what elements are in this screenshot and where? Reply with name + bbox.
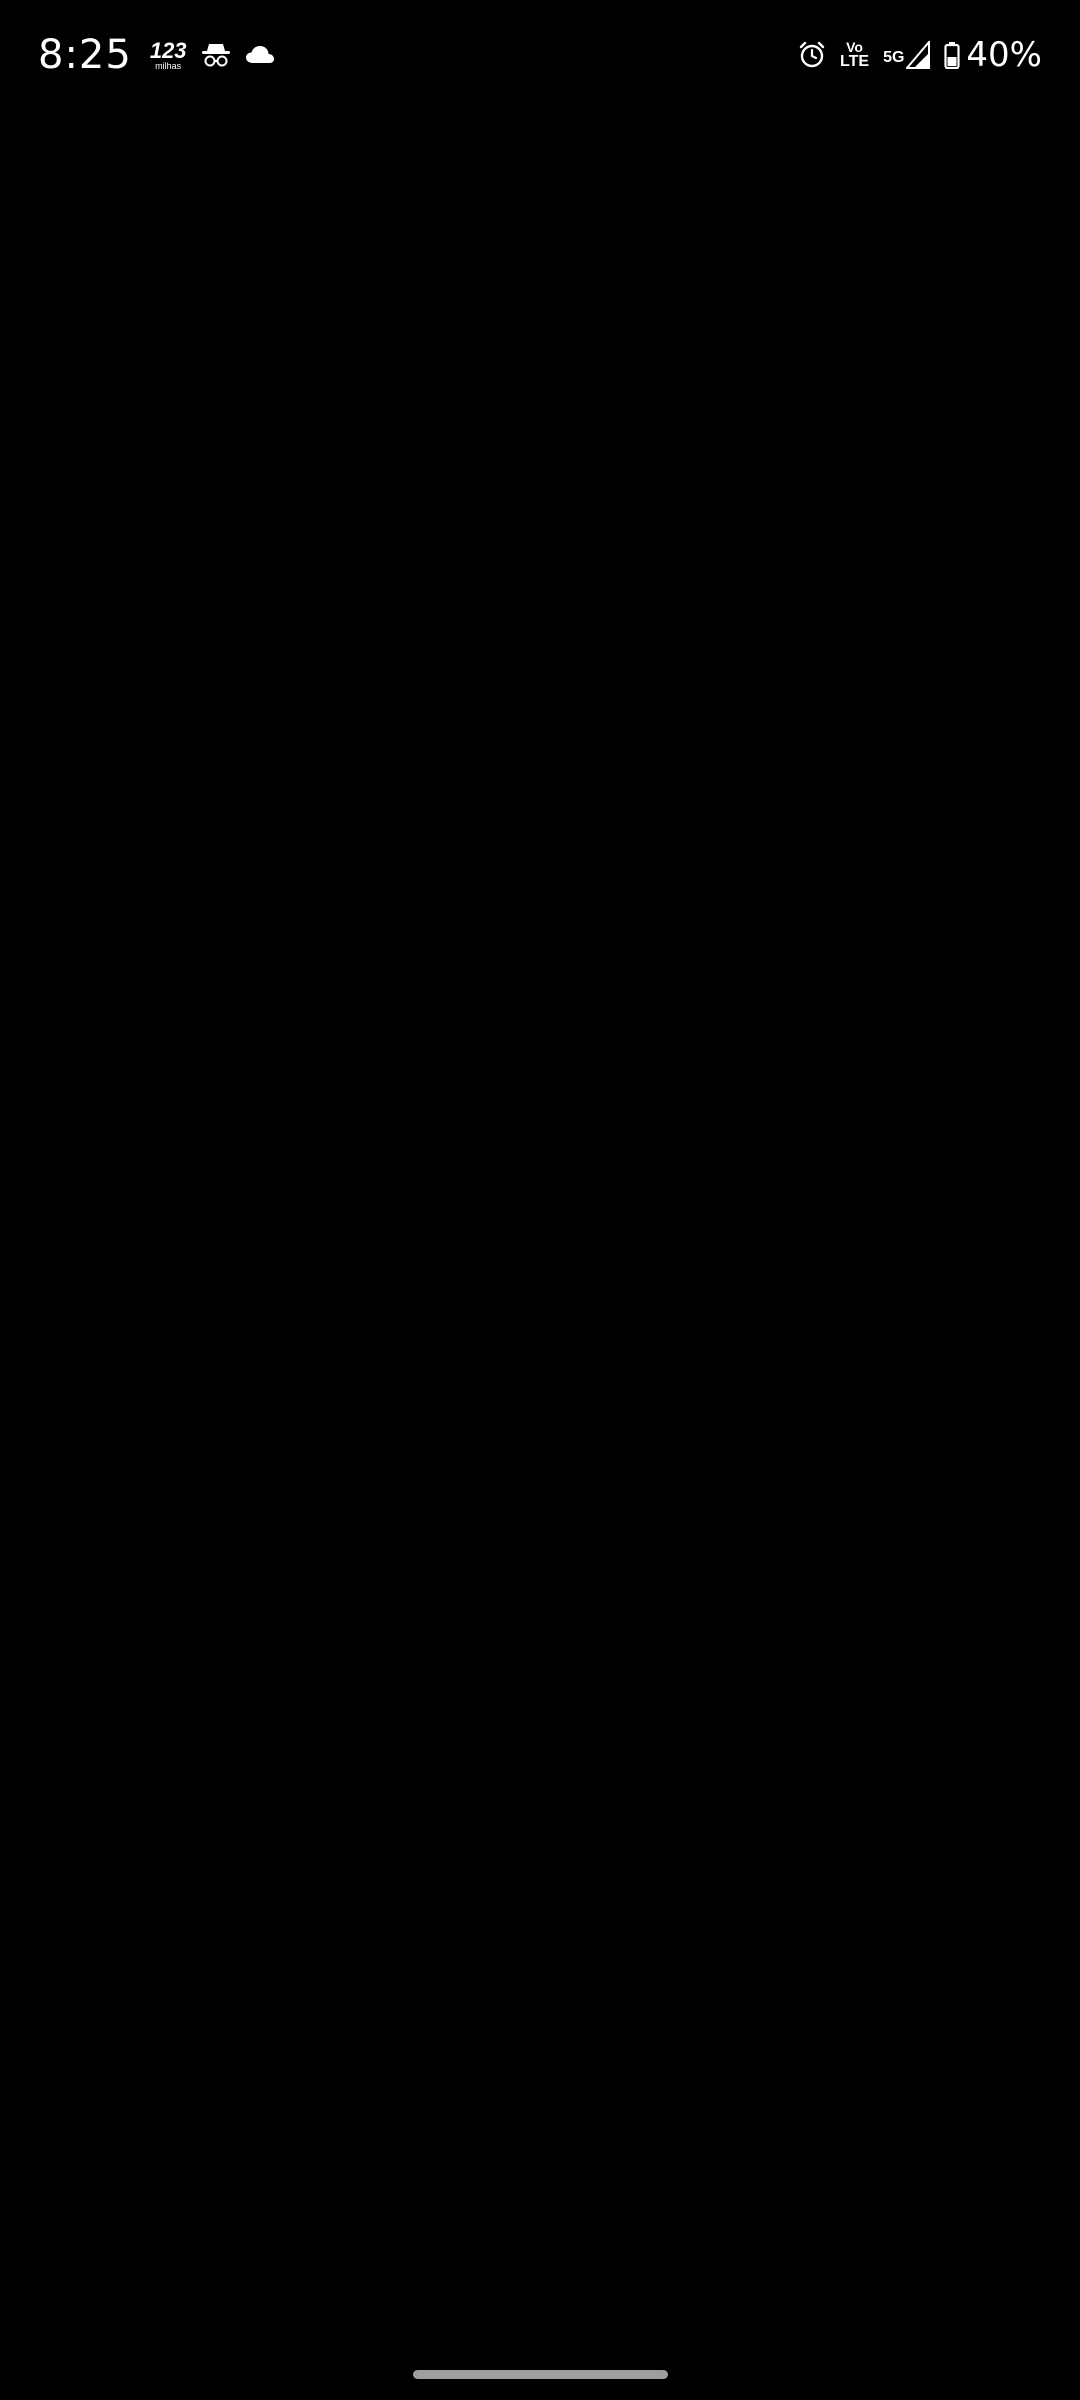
battery-indicator: 40% <box>944 35 1042 75</box>
clock: 8:25 <box>38 32 132 78</box>
signal-icon <box>906 41 931 69</box>
status-bar-left: 8:25 123 milhas <box>38 32 275 78</box>
status-bar-right: Vo LTE 5G 40% <box>798 35 1042 75</box>
battery-percent: 40% <box>966 35 1042 75</box>
incognito-icon <box>201 42 231 68</box>
network-5g: 5G <box>883 41 931 69</box>
home-indicator-bar[interactable] <box>413 2370 668 2379</box>
alarm-icon <box>798 41 826 69</box>
volte-bottom-label: LTE <box>840 53 870 70</box>
badge-number: 123 <box>149 37 187 63</box>
network-label: 5G <box>883 49 905 66</box>
screen: 8:25 123 milhas Vo LTE 5G 40% <box>0 0 1080 2400</box>
volte-top-label: Vo <box>846 39 863 55</box>
cloud-icon <box>245 45 275 65</box>
battery-icon <box>944 41 961 69</box>
badge-subtext: milhas <box>155 60 182 71</box>
notification-badge: 123 milhas <box>149 37 187 71</box>
status-bar: 8:25 123 milhas Vo LTE 5G 40% <box>0 0 1080 110</box>
volte-indicator: Vo LTE <box>840 40 869 70</box>
